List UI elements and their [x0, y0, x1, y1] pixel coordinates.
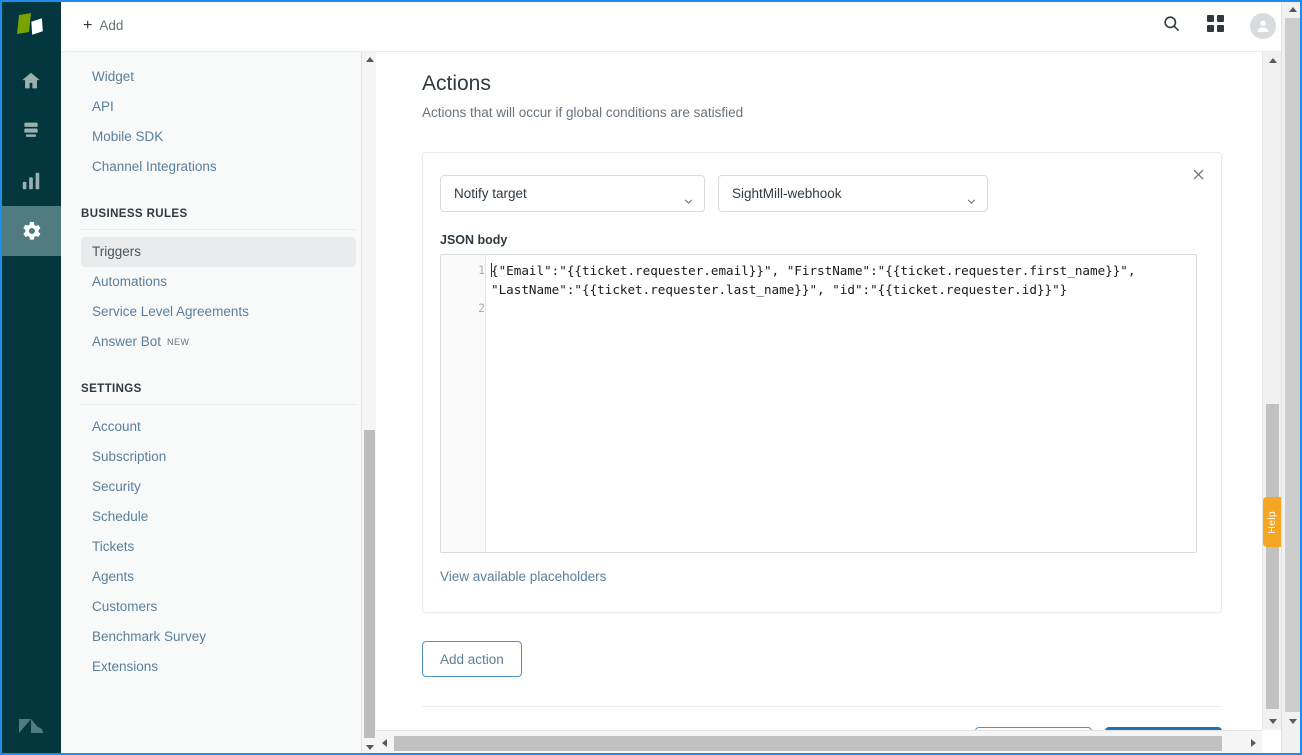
- zendesk-logo-icon[interactable]: [0, 694, 61, 755]
- nav-item-automations[interactable]: Automations: [81, 267, 356, 297]
- actions-page: Actions Actions that will occur if globa…: [376, 52, 1262, 730]
- nav-item-service-level-agreements[interactable]: Service Level Agreements: [81, 297, 356, 327]
- apps-grid-icon[interactable]: [1207, 14, 1224, 37]
- main-content-area: Actions Actions that will occur if globa…: [376, 52, 1302, 755]
- nav-item-schedule[interactable]: Schedule: [81, 502, 356, 532]
- gear-icon: [19, 219, 43, 243]
- nav-item-mobile-sdk[interactable]: Mobile SDK: [81, 122, 356, 152]
- main-horizontal-scrollbar[interactable]: [376, 730, 1262, 755]
- line-number: 2: [478, 301, 485, 315]
- close-icon[interactable]: [1188, 164, 1208, 184]
- nav-item-customers[interactable]: Customers: [81, 592, 356, 622]
- new-badge: NEW: [167, 337, 190, 347]
- help-tab-label: Help: [1266, 510, 1278, 534]
- scroll-down-arrow-icon[interactable]: [1263, 713, 1282, 730]
- editor-line-numbers: 1 2: [441, 255, 486, 552]
- nav-item-subscription[interactable]: Subscription: [81, 442, 356, 472]
- view-placeholders-link[interactable]: View available placeholders: [440, 569, 606, 584]
- add-button[interactable]: + Add: [83, 16, 124, 34]
- settings-nav-list: Widget API Mobile SDK Channel Integratio…: [61, 52, 376, 682]
- user-avatar-icon[interactable]: [1250, 12, 1276, 39]
- nav-item-tickets[interactable]: Tickets: [81, 532, 356, 562]
- action-type-select[interactable]: Notify target: [440, 175, 705, 212]
- action-selectors: Notify target SightMill-webhook: [440, 175, 1197, 212]
- rail-item-home[interactable]: [0, 56, 61, 106]
- action-target-value: SightMill-webhook: [732, 186, 842, 201]
- nav-item-api[interactable]: API: [81, 92, 356, 122]
- nav-item-widget[interactable]: Widget: [81, 62, 356, 92]
- nav-group-business-rules-title: BUSINESS RULES: [81, 208, 356, 230]
- top-bar-actions: [1162, 12, 1276, 39]
- reporting-bar-chart-icon: [20, 170, 42, 192]
- nav-item-security[interactable]: Security: [81, 472, 356, 502]
- scrollbar-thumb[interactable]: [1266, 404, 1279, 709]
- nav-item-extensions[interactable]: Extensions: [81, 652, 356, 682]
- form-footer: Cancel Save: [422, 707, 1222, 730]
- page-subtitle: Actions that will occur if global condit…: [422, 105, 744, 120]
- views-icon: [21, 120, 41, 142]
- scroll-left-arrow-icon[interactable]: [376, 731, 393, 755]
- nav-item-answer-bot-label: Answer Bot: [92, 334, 162, 349]
- scroll-down-arrow-icon[interactable]: [362, 740, 376, 755]
- action-target-select[interactable]: SightMill-webhook: [718, 175, 988, 212]
- sightmill-logo-icon[interactable]: [0, 0, 61, 52]
- browser-vertical-scrollbar[interactable]: [1281, 0, 1302, 755]
- editor-code-area[interactable]: {"Email":"{{ticket.requester.email}}", "…: [486, 255, 1196, 552]
- settings-nav-scrollbar[interactable]: [361, 52, 376, 755]
- scroll-right-arrow-icon[interactable]: [1245, 731, 1262, 755]
- zendesk-admin-window: + Add Widget API Mobile SDK Channel Inte…: [0, 0, 1302, 755]
- top-bar: + Add: [61, 0, 1302, 52]
- scroll-up-arrow-icon[interactable]: [362, 52, 376, 67]
- scrollbar-thumb[interactable]: [394, 736, 1222, 751]
- json-body-editor[interactable]: 1 2 {"Email":"{{ticket.requester.email}}…: [440, 254, 1197, 553]
- scroll-down-arrow-icon[interactable]: [1282, 712, 1302, 730]
- search-icon[interactable]: [1162, 14, 1181, 38]
- json-body-label: JSON body: [440, 233, 508, 247]
- line-number: 1: [478, 263, 485, 277]
- nav-item-account[interactable]: Account: [81, 412, 356, 442]
- nav-group-settings-title: SETTINGS: [81, 383, 356, 405]
- chevron-down-icon: [684, 192, 693, 204]
- action-card: Notify target SightMill-webhook JSON bod…: [422, 152, 1222, 613]
- page-title: Actions: [422, 72, 491, 95]
- main-scrollport: Actions Actions that will occur if globa…: [376, 52, 1262, 730]
- plus-icon: +: [83, 16, 93, 34]
- settings-nav-panel: Widget API Mobile SDK Channel Integratio…: [61, 52, 376, 755]
- rail-item-list: [0, 52, 61, 256]
- action-type-value: Notify target: [454, 186, 527, 201]
- add-button-label: Add: [99, 18, 124, 33]
- help-tab[interactable]: Help: [1263, 497, 1281, 547]
- nav-item-benchmark-survey[interactable]: Benchmark Survey: [81, 622, 356, 652]
- scrollbar-thumb[interactable]: [364, 430, 375, 738]
- chevron-down-icon: [967, 192, 976, 204]
- home-icon: [20, 70, 42, 92]
- add-action-button[interactable]: Add action: [422, 641, 522, 677]
- nav-item-channel-integrations[interactable]: Channel Integrations: [81, 152, 356, 182]
- scroll-up-arrow-icon[interactable]: [1282, 0, 1302, 18]
- scroll-up-arrow-icon[interactable]: [1263, 52, 1282, 69]
- rail-item-views[interactable]: [0, 106, 61, 156]
- rail-item-admin-settings[interactable]: [0, 206, 61, 256]
- scrollbar-thumb[interactable]: [1285, 18, 1300, 712]
- json-body-value: {"Email":"{{ticket.requester.email}}", "…: [491, 263, 1144, 297]
- global-nav-rail: [0, 0, 61, 755]
- nav-item-agents[interactable]: Agents: [81, 562, 356, 592]
- nav-item-answer-bot[interactable]: Answer Bot NEW: [81, 327, 356, 357]
- nav-item-triggers[interactable]: Triggers: [81, 237, 356, 267]
- rail-item-reporting[interactable]: [0, 156, 61, 206]
- main-vertical-scrollbar[interactable]: [1262, 52, 1281, 730]
